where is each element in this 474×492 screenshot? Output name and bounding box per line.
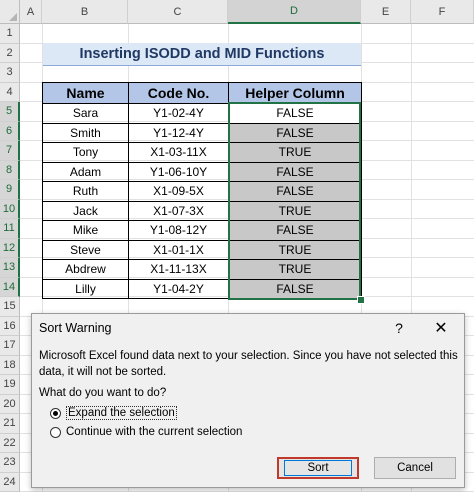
cell-helper[interactable]: TRUE — [228, 200, 362, 221]
cell-code-no[interactable]: X1-03-11X — [128, 142, 229, 163]
cell-helper[interactable]: TRUE — [228, 259, 362, 280]
cell-name[interactable]: Ruth — [42, 181, 129, 202]
column-header-a[interactable]: A — [20, 0, 42, 24]
sort-warning-dialog: Sort Warning ? ✕ Microsoft Excel found d… — [31, 313, 465, 488]
row-header-15[interactable]: 15 — [0, 297, 20, 317]
cell-name[interactable]: Adam — [42, 161, 129, 182]
table-row: Lilly Y1-04-2Y FALSE — [42, 278, 362, 299]
cell-helper[interactable]: TRUE — [228, 142, 362, 163]
column-header-e[interactable]: E — [361, 0, 411, 24]
sort-button-label: Sort — [284, 460, 352, 476]
row-header-6[interactable]: 6 — [0, 121, 20, 141]
cell-name[interactable]: Abdrew — [42, 259, 129, 280]
row-header-19[interactable]: 19 — [0, 375, 20, 395]
table-row: Tony X1-03-11X TRUE — [42, 142, 362, 163]
cell-name[interactable]: Smith — [42, 122, 129, 143]
radio-label-expand[interactable]: Expand the selection — [66, 406, 177, 420]
cancel-button[interactable]: Cancel — [374, 457, 456, 479]
row-header-18[interactable]: 18 — [0, 355, 20, 375]
header-helper-column[interactable]: Helper Column — [228, 82, 362, 104]
cell-code-no[interactable]: X1-11-13X — [128, 259, 229, 280]
cell-helper[interactable]: FALSE — [228, 220, 362, 241]
radio-button-continue[interactable] — [50, 426, 61, 438]
row-header-24[interactable]: 24 — [0, 472, 20, 492]
cell-code-no[interactable]: Y1-06-10Y — [128, 161, 229, 182]
row-header-3[interactable]: 3 — [0, 63, 20, 83]
table-row: Ruth X1-09-5X FALSE — [42, 181, 362, 202]
cell-code-no[interactable]: X1-01-1X — [128, 239, 229, 260]
table-row: Smith Y1-12-4Y FALSE — [42, 122, 362, 143]
cell-name[interactable]: Mike — [42, 220, 129, 241]
table-row: Sara Y1-02-4Y FALSE — [42, 103, 362, 124]
data-table: Name Code No. Helper Column Sara Y1-02-4Y… — [42, 82, 362, 299]
cell-code-no[interactable]: Y1-08-12Y — [128, 220, 229, 241]
radio-continue-current[interactable]: Continue with the current selection — [50, 426, 242, 438]
dialog-message: Microsoft Excel found data next to your … — [39, 350, 458, 378]
row-header-12[interactable]: 12 — [0, 238, 20, 258]
cell-helper[interactable]: FALSE — [228, 181, 362, 202]
sheet-title: Inserting ISODD and MID Functions — [43, 43, 361, 66]
close-icon[interactable]: ✕ — [430, 318, 452, 338]
row-header-9[interactable]: 9 — [0, 180, 20, 200]
row-header-2[interactable]: 2 — [0, 43, 20, 63]
cell-name[interactable]: Steve — [42, 239, 129, 260]
row-header-10[interactable]: 10 — [0, 199, 20, 219]
row-header-22[interactable]: 22 — [0, 433, 20, 453]
cell-helper[interactable]: FALSE — [228, 122, 362, 143]
column-header-d[interactable]: D — [228, 0, 361, 24]
cell-name[interactable]: Tony — [42, 142, 129, 163]
column-header-b[interactable]: B — [42, 0, 128, 24]
row-header-5[interactable]: 5 — [0, 102, 20, 122]
cell-code-no[interactable]: X1-09-5X — [128, 181, 229, 202]
dialog-question: What do you want to do? — [39, 387, 167, 399]
table-row: Adam Y1-06-10Y FALSE — [42, 161, 362, 182]
cell-name[interactable]: Jack — [42, 200, 129, 221]
table-row: Abdrew X1-11-13X TRUE — [42, 259, 362, 280]
row-header-20[interactable]: 20 — [0, 394, 20, 414]
cell-code-no[interactable]: Y1-04-2Y — [128, 278, 229, 299]
row-header-14[interactable]: 14 — [0, 277, 20, 297]
header-name[interactable]: Name — [42, 82, 129, 104]
table-row: Jack X1-07-3X TRUE — [42, 200, 362, 221]
fill-handle[interactable] — [357, 296, 365, 304]
cell-helper[interactable]: FALSE — [228, 278, 362, 299]
cell-code-no[interactable]: Y1-02-4Y — [128, 103, 229, 124]
sort-button[interactable]: Sort — [277, 457, 359, 479]
column-header-c[interactable]: C — [128, 0, 228, 24]
row-header-17[interactable]: 17 — [0, 336, 20, 356]
row-header-8[interactable]: 8 — [0, 160, 20, 180]
radio-label-continue[interactable]: Continue with the current selection — [66, 426, 242, 438]
select-all-corner[interactable] — [0, 0, 20, 24]
header-code-no[interactable]: Code No. — [128, 82, 229, 104]
cell-code-no[interactable]: Y1-12-4Y — [128, 122, 229, 143]
table-row: Mike Y1-08-12Y FALSE — [42, 220, 362, 241]
row-header-4[interactable]: 4 — [0, 82, 20, 102]
row-header-16[interactable]: 16 — [0, 316, 20, 336]
radio-expand-selection[interactable]: Expand the selection — [50, 406, 177, 420]
cell-name[interactable]: Lilly — [42, 278, 129, 299]
row-header-7[interactable]: 7 — [0, 141, 20, 161]
cell-helper[interactable]: FALSE — [228, 161, 362, 182]
help-icon[interactable]: ? — [389, 318, 409, 338]
cell-name[interactable]: Sara — [42, 103, 129, 124]
row-header-1[interactable]: 1 — [0, 24, 20, 44]
table-row: Steve X1-01-1X TRUE — [42, 239, 362, 260]
radio-button-expand[interactable] — [50, 407, 61, 419]
row-header-21[interactable]: 21 — [0, 414, 20, 434]
cell-helper[interactable]: FALSE — [228, 103, 362, 124]
row-header-13[interactable]: 13 — [0, 258, 20, 278]
column-header-f[interactable]: F — [411, 0, 474, 24]
cell-helper[interactable]: TRUE — [228, 239, 362, 260]
row-header-23[interactable]: 23 — [0, 453, 20, 473]
cell-code-no[interactable]: X1-07-3X — [128, 200, 229, 221]
dialog-title: Sort Warning — [39, 321, 112, 335]
row-header-11[interactable]: 11 — [0, 219, 20, 239]
